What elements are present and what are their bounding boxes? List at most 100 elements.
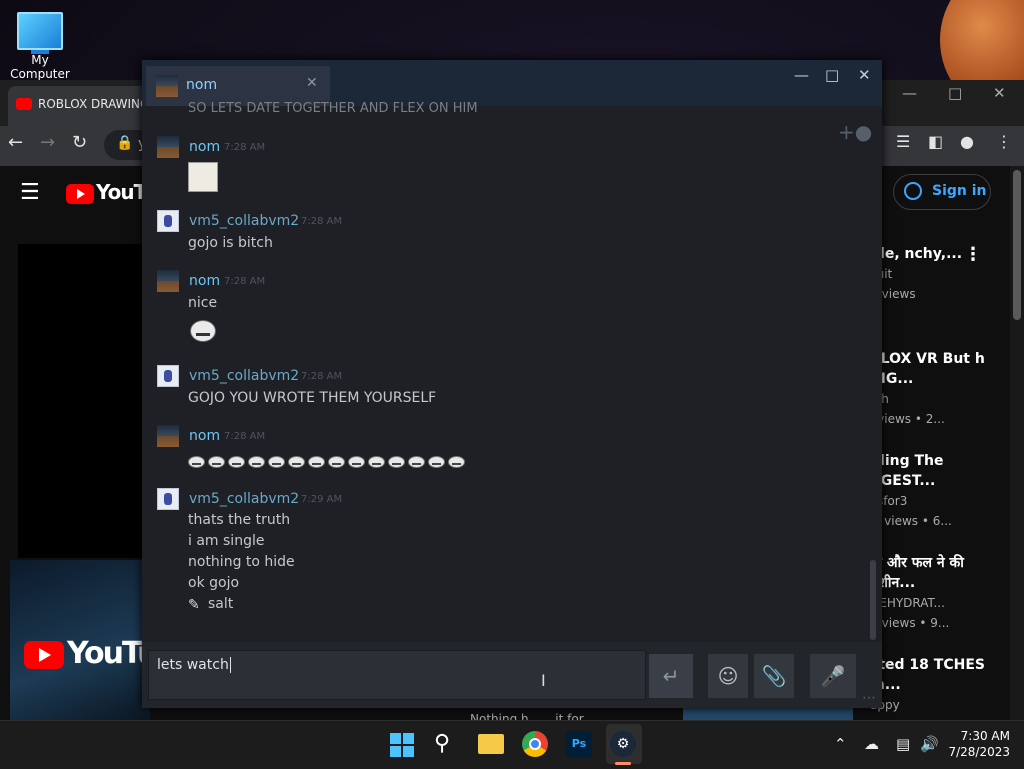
chrome-minimize-button[interactable]: —	[902, 84, 917, 102]
trollface-emoticon-icon	[368, 456, 385, 468]
chat-scrollbar-thumb[interactable]	[870, 560, 876, 640]
recommendation-item[interactable]: BLOX VR But h BIG... tch l views • 2...	[870, 349, 995, 429]
emoticon-button[interactable]: ☺	[708, 654, 748, 698]
windows-start-icon[interactable]	[390, 733, 414, 757]
message-timestamp: 7:28 AM	[224, 276, 266, 287]
recommendation-channel: cuit	[870, 264, 995, 284]
recommendation-channel: ksfor3	[870, 494, 908, 508]
youtube-scrollbar[interactable]	[1010, 166, 1024, 720]
recommendation-item[interactable]: ple, nchy,... cuit K views	[870, 244, 995, 304]
file-explorer-icon[interactable]	[478, 734, 504, 754]
attach-button[interactable]: 📎	[754, 654, 794, 698]
youtube-favicon-icon	[16, 98, 32, 110]
search-icon[interactable]: ⚲	[434, 731, 450, 756]
trollface-emoticon-icon[interactable]	[190, 320, 216, 342]
chat-message: nothing to hide	[188, 554, 295, 570]
message-username[interactable]: vm5_collabvm2	[189, 368, 299, 384]
chat-tab-nom[interactable]: nom ✕	[146, 66, 330, 106]
avatar[interactable]	[157, 425, 179, 447]
clock-time: 7:30 AM	[960, 729, 1010, 743]
recommendation-item[interactable]: lding The RGEST... ksfor3 M views • 6...	[870, 451, 995, 531]
trollface-emoticon-icon	[448, 456, 465, 468]
message-username[interactable]: vm5_collabvm2	[189, 491, 299, 507]
trollface-emoticon-icon	[388, 456, 405, 468]
send-button[interactable]: ↵	[649, 654, 693, 698]
reload-icon[interactable]: ↻	[72, 132, 87, 153]
message-username[interactable]: nom	[189, 273, 220, 289]
trollface-emoticon-icon	[428, 456, 445, 468]
enter-arrow-icon: ↵	[662, 664, 680, 688]
recommendation-item[interactable]: ी और फल ने की मशीन... DEHYDRAT... K view…	[870, 553, 995, 633]
chat-message: nice	[188, 295, 218, 311]
microphone-icon: 🎤	[820, 664, 846, 688]
avatar[interactable]	[157, 365, 179, 387]
message-username[interactable]: nom	[189, 139, 220, 155]
close-icon[interactable]: ✕	[306, 75, 318, 91]
forward-arrow-icon[interactable]: →	[40, 132, 55, 153]
chat-message: thats the truth	[188, 512, 291, 528]
recommendation-views: K views • 9...	[870, 616, 950, 630]
trollface-emoticon-icon	[408, 456, 425, 468]
chat-message: GOJO YOU WROTE THEM YOURSELF	[188, 390, 437, 406]
emoticon-row	[188, 453, 468, 472]
trollface-emoticon-icon	[188, 456, 205, 468]
recommendation-views: M views • 6...	[870, 514, 952, 528]
chrome-maximize-button[interactable]: □	[948, 84, 962, 102]
side-panel-icon[interactable]: ◧	[928, 132, 943, 151]
steam-close-button[interactable]: ✕	[858, 66, 871, 84]
message-username[interactable]: nom	[189, 428, 220, 444]
image-attachment[interactable]	[188, 162, 218, 192]
avatar[interactable]	[157, 210, 179, 232]
recommendation-views: l views • 2...	[870, 412, 945, 426]
avatar[interactable]	[157, 488, 179, 510]
steam-icon[interactable]: ⚙	[610, 731, 636, 757]
voice-button[interactable]: 🎤	[810, 654, 856, 698]
message-username[interactable]: vm5_collabvm2	[189, 213, 299, 229]
trollface-emoticon-icon	[308, 456, 325, 468]
scrollbar-thumb[interactable]	[1013, 170, 1021, 320]
resize-grip-icon[interactable]: ⋯	[862, 690, 876, 706]
cloud-off-icon[interactable]: ☁	[864, 735, 879, 753]
chat-message: i am single	[188, 533, 265, 549]
message-timestamp: 7:28 AM	[224, 431, 266, 442]
volume-icon[interactable]: 🔊	[920, 735, 939, 753]
chevron-up-icon[interactable]: ⌃	[834, 735, 847, 753]
my-computer-desktop-icon[interactable]: My Computer	[4, 8, 76, 81]
chrome-icon[interactable]	[522, 731, 548, 757]
media-control-icon[interactable]: ☰	[896, 132, 910, 151]
trollface-emoticon-icon	[248, 456, 265, 468]
video-player[interactable]	[18, 244, 148, 558]
steam-minimize-button[interactable]: —	[794, 66, 809, 84]
sign-in-label: Sign in	[932, 183, 987, 199]
chrome-menu-icon[interactable]: ⋮	[996, 132, 1012, 151]
chat-message-input[interactable]: lets watch	[148, 650, 646, 700]
chrome-tab-title: ROBLOX DRAWING	[38, 97, 150, 111]
recommendation-title: ी और फल ने की मशीन...	[870, 555, 964, 591]
profile-icon[interactable]: ●	[960, 132, 974, 151]
taskbar-clock[interactable]: 7:30 AM 7/28/2023	[948, 728, 1010, 760]
trollface-emoticon-icon	[328, 456, 345, 468]
network-icon[interactable]: ▤	[896, 735, 910, 753]
sign-in-button[interactable]: Sign in	[893, 174, 991, 210]
add-friend-icon[interactable]: +●	[838, 120, 872, 144]
recommendation-title: ple, nchy,...	[870, 246, 963, 262]
chat-message: salt	[208, 596, 234, 612]
message-timestamp: 7:28 AM	[224, 142, 266, 153]
recommendation-title: sted 18 TCHES in...	[870, 657, 985, 693]
photoshop-icon[interactable]: Ps	[566, 731, 592, 757]
salt-emoticon-icon: ✎	[188, 597, 200, 613]
back-arrow-icon[interactable]: ←	[8, 132, 23, 153]
active-app-indicator	[615, 762, 631, 765]
chrome-close-button[interactable]: ✕	[993, 84, 1006, 102]
text-cursor-icon: I	[541, 671, 546, 690]
hamburger-menu-icon[interactable]: ☰	[20, 180, 40, 205]
recommendation-item[interactable]: sted 18 TCHES in... appy	[870, 655, 995, 715]
youtube-play-icon	[66, 183, 94, 204]
steam-maximize-button[interactable]: □	[825, 66, 839, 84]
avatar[interactable]	[157, 136, 179, 158]
chat-message: SO LETS DATE TOGETHER AND FLEX ON HIM	[188, 101, 478, 116]
recommendation-channel: appy	[870, 698, 900, 712]
chrome-tab[interactable]: ROBLOX DRAWING	[8, 86, 150, 126]
avatar[interactable]	[157, 270, 179, 292]
desktop-icon-label: My Computer	[10, 53, 70, 81]
